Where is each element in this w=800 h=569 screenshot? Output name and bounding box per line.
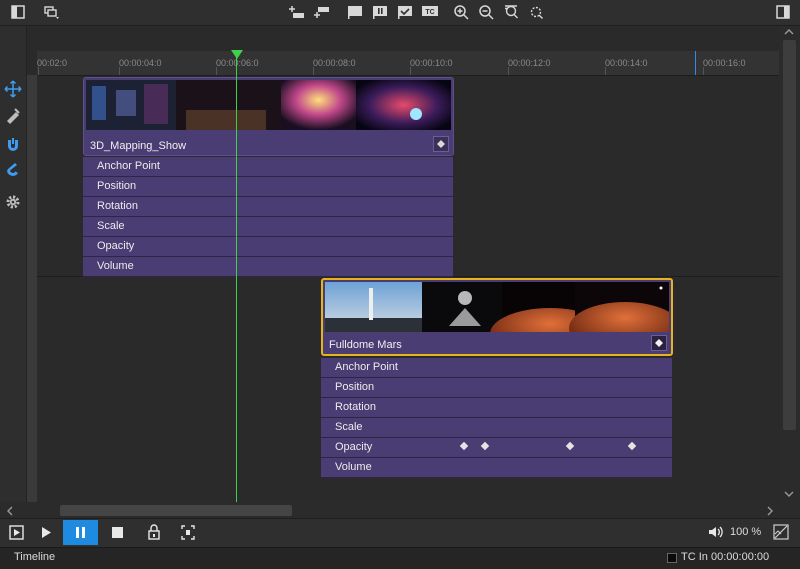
pause-button[interactable] <box>63 520 98 545</box>
property-row-position[interactable]: Position <box>321 378 672 398</box>
top-toolbar: TC <box>0 0 800 26</box>
status-bar <box>0 547 800 569</box>
scroll-left-icon[interactable] <box>6 506 14 516</box>
keyframe-marker[interactable] <box>459 441 469 451</box>
property-row-anchor-point[interactable]: Anchor Point <box>321 358 672 378</box>
playhead-line[interactable] <box>236 56 237 503</box>
property-label: Opacity <box>97 240 135 252</box>
zoom-out-icon[interactable] <box>477 3 497 21</box>
ruler-tick <box>605 67 606 75</box>
property-row-rotation[interactable]: Rotation <box>321 398 672 418</box>
scroll-down-icon[interactable] <box>784 490 794 498</box>
timecode-indicator <box>667 553 677 563</box>
property-row-volume[interactable]: Volume <box>321 458 672 478</box>
timecode-marker-icon[interactable]: TC <box>420 3 440 21</box>
ruler-tick <box>119 67 120 75</box>
horizontal-scroll-thumb[interactable] <box>60 505 292 516</box>
clip-thumbnails <box>325 282 669 332</box>
ruler-tick <box>703 67 704 75</box>
track-options-icon[interactable] <box>41 3 61 21</box>
panel-right-icon[interactable] <box>773 3 793 21</box>
property-label: Volume <box>335 461 372 473</box>
zoom-fit-icon[interactable] <box>502 3 522 21</box>
left-toolbar <box>0 26 27 502</box>
ruler-tick-label: 00:02:0 <box>37 58 68 68</box>
ruler-tick-label: 00:00:08:0 <box>313 58 356 68</box>
svg-text:TC: TC <box>425 9 434 16</box>
magnet-icon[interactable] <box>4 161 22 179</box>
envelope-toggle-icon[interactable] <box>773 524 789 540</box>
clip-name: Fulldome Mars <box>329 339 402 351</box>
marker-pause-icon[interactable] <box>370 3 390 21</box>
property-row-volume[interactable]: Volume <box>83 257 453 277</box>
razor-tool-icon[interactable] <box>4 106 22 124</box>
settings-gear-icon[interactable] <box>4 193 22 211</box>
property-label: Position <box>97 180 137 192</box>
timecode-label: TC In <box>681 551 708 563</box>
panel-title: Timeline <box>14 551 56 563</box>
property-label: Scale <box>97 220 125 232</box>
keyframe-marker[interactable] <box>565 441 575 451</box>
clip-thumbnails <box>86 80 451 130</box>
scroll-up-icon[interactable] <box>784 28 794 36</box>
property-row-position[interactable]: Position <box>83 177 453 197</box>
property-label: Scale <box>335 421 363 433</box>
timecode-value[interactable]: 00:00:00:00 <box>711 551 769 563</box>
ruler-tick <box>410 67 411 75</box>
ruler-tick-label: 00:00:04:0 <box>119 58 162 68</box>
property-label: Anchor Point <box>335 361 398 373</box>
move-tool-icon[interactable] <box>4 80 22 98</box>
ruler-tick-label: 00:00:06:0 <box>216 58 259 68</box>
volume-level[interactable]: 100 % <box>730 526 761 538</box>
fit-to-view-icon[interactable] <box>174 520 202 545</box>
ruler-tick <box>38 67 39 75</box>
marker-flag-icon[interactable] <box>345 3 365 21</box>
keyframe-marker[interactable] <box>627 441 637 451</box>
keyframe-toggle-icon[interactable] <box>651 335 667 351</box>
ruler-tick-label: 00:00:10:0 <box>410 58 453 68</box>
property-label: Anchor Point <box>97 160 160 172</box>
play-button[interactable] <box>32 520 60 545</box>
ruler-tick-label: 00:00:12:0 <box>508 58 551 68</box>
lock-icon[interactable] <box>140 520 168 545</box>
add-track-below-icon[interactable] <box>312 3 332 21</box>
playhead-handle[interactable] <box>231 50 243 59</box>
play-from-start-button[interactable] <box>2 520 30 545</box>
snap-magnet-icon[interactable] <box>4 137 22 155</box>
keyframe-toggle-icon[interactable] <box>433 136 449 152</box>
stop-button[interactable] <box>103 520 131 545</box>
keyframe-marker[interactable] <box>480 441 490 451</box>
property-label: Rotation <box>97 200 138 212</box>
property-label: Rotation <box>335 401 376 413</box>
property-row-scale[interactable]: Scale <box>83 217 453 237</box>
zoom-in-icon[interactable] <box>452 3 472 21</box>
ruler-tick-label: 00:00:16:0 <box>703 58 746 68</box>
property-label: Opacity <box>335 441 373 453</box>
property-row-opacity[interactable]: Opacity <box>321 438 672 458</box>
property-row-scale[interactable]: Scale <box>321 418 672 438</box>
clip-name: 3D_Mapping_Show <box>90 140 187 152</box>
volume-speaker-icon[interactable] <box>707 525 723 539</box>
add-track-above-icon[interactable] <box>287 3 307 21</box>
property-row-opacity[interactable]: Opacity <box>83 237 453 257</box>
ruler-tick <box>216 67 217 75</box>
marker-check-icon[interactable] <box>395 3 415 21</box>
clip-3d-mapping-show[interactable]: 3D_Mapping_Show <box>83 77 454 156</box>
end-marker[interactable] <box>695 51 696 75</box>
vertical-scroll-thumb[interactable] <box>783 40 796 430</box>
ruler-tick <box>313 67 314 75</box>
ruler-tick-label: 00:00:14:0 <box>605 58 648 68</box>
zoom-selection-icon[interactable] <box>527 3 547 21</box>
property-label: Position <box>335 381 375 393</box>
ruler-tick <box>508 67 509 75</box>
panel-left-icon[interactable] <box>8 3 28 21</box>
clip-fulldome-mars[interactable]: Fulldome Mars <box>321 278 673 356</box>
scroll-right-icon[interactable] <box>766 506 774 516</box>
property-label: Volume <box>97 260 134 272</box>
property-row-rotation[interactable]: Rotation <box>83 197 453 217</box>
time-ruler[interactable]: 00:02:0 00:00:04:0 00:00:06:0 00:00:08:0… <box>37 51 779 76</box>
track-header-strip <box>27 75 37 502</box>
property-row-anchor-point[interactable]: Anchor Point <box>83 157 453 177</box>
